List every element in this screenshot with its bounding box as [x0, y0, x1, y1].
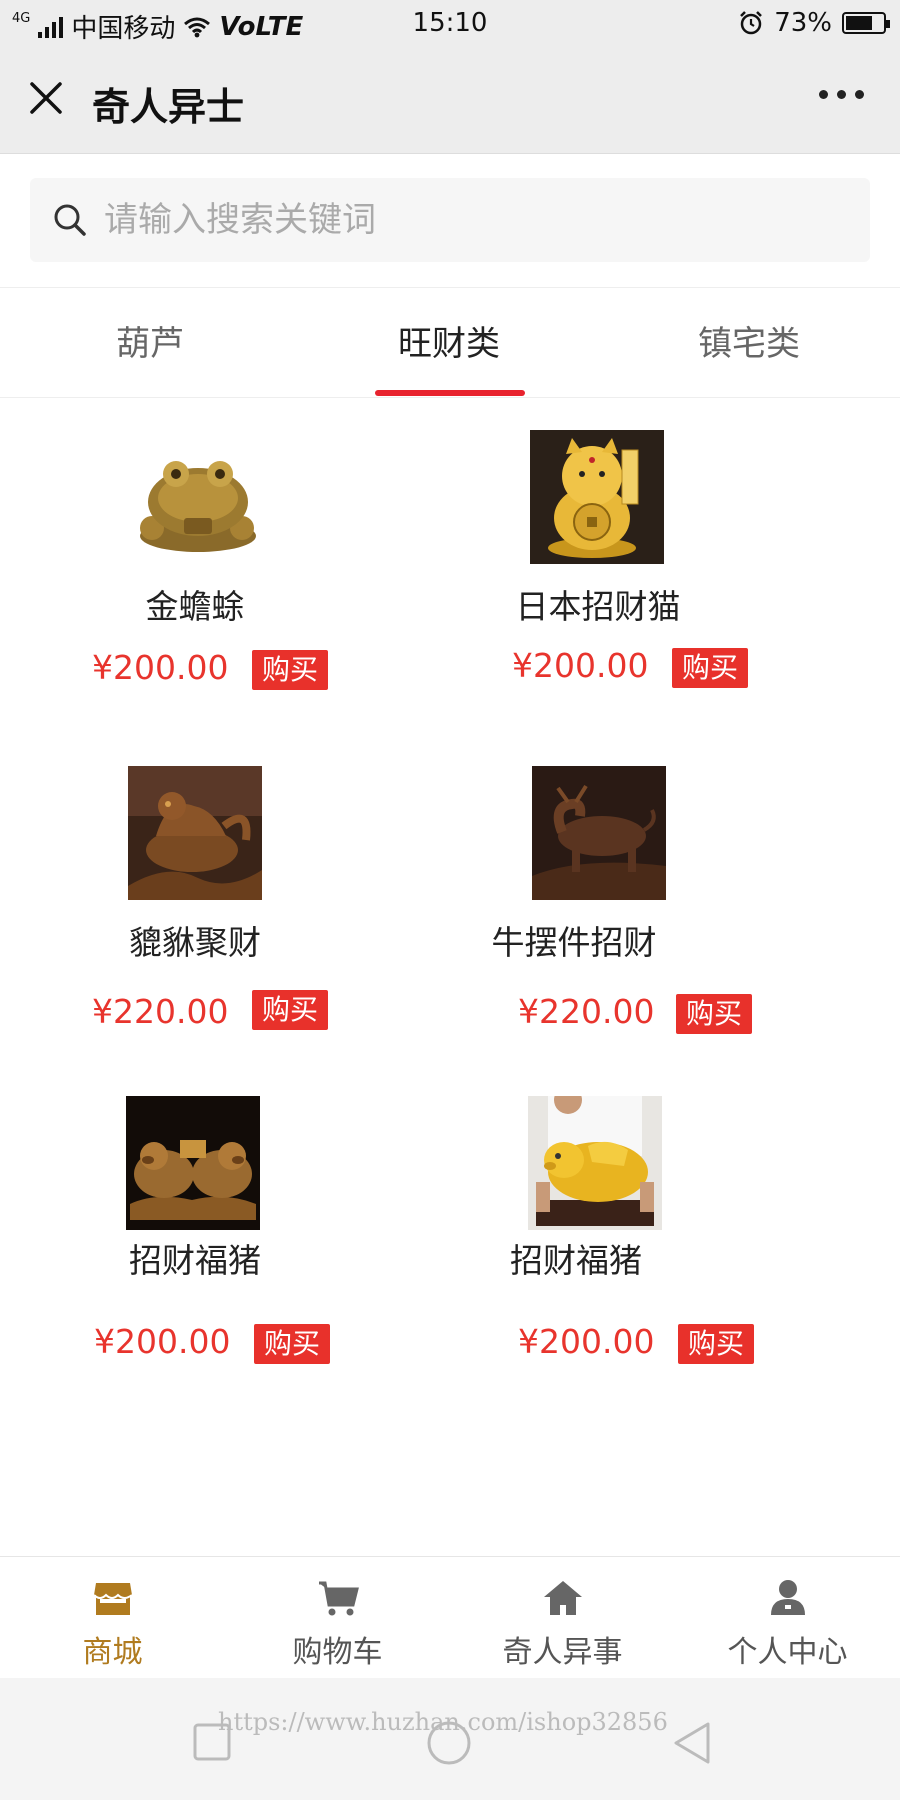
- product-name[interactable]: 金蟾蜍: [65, 580, 325, 628]
- status-bar: 4G 中国移动 VoLTE 15:10 73%: [0, 0, 900, 46]
- tab-hulu[interactable]: 葫芦: [116, 316, 184, 365]
- product-image[interactable]: [128, 766, 262, 900]
- product-image[interactable]: [134, 432, 262, 560]
- buy-button[interactable]: 购买: [252, 990, 328, 1030]
- buy-button[interactable]: 购买: [254, 1324, 330, 1364]
- product-price: ¥200.00: [92, 648, 229, 687]
- tab-stories[interactable]: 奇人异事: [450, 1557, 675, 1679]
- tab-label: 个人中心: [727, 1635, 848, 1670]
- product-card[interactable]: 招财福猪 ¥200.00 购买: [440, 1086, 860, 1416]
- tab-wangcai[interactable]: 旺财类: [398, 316, 500, 365]
- bottom-tab-bar: 商城 购物车 奇人异事 个人中心: [0, 1556, 900, 1678]
- product-price: ¥200.00: [512, 646, 649, 685]
- product-name[interactable]: 牛摆件招财: [444, 916, 704, 964]
- system-nav-bar: https://www.huzhan.com/ishop32856: [0, 1678, 900, 1800]
- more-icon[interactable]: [819, 90, 864, 99]
- search-section: [0, 154, 900, 288]
- product-card[interactable]: 金蟾蜍 ¥200.00 购买: [0, 420, 420, 750]
- cart-icon: [319, 1581, 359, 1616]
- product-image[interactable]: [126, 1096, 260, 1230]
- home-icon: [544, 1581, 582, 1615]
- recent-apps-icon[interactable]: [192, 1722, 232, 1762]
- tab-label: 商城: [82, 1635, 143, 1670]
- product-name[interactable]: 貔貅聚财: [65, 916, 325, 964]
- product-name[interactable]: 招财福猪: [446, 1234, 706, 1282]
- home-button-icon[interactable]: [426, 1720, 472, 1766]
- tab-zhenzhai[interactable]: 镇宅类: [698, 316, 800, 365]
- back-icon[interactable]: [670, 1720, 714, 1766]
- search-input[interactable]: [104, 192, 844, 248]
- product-image[interactable]: [528, 1096, 662, 1230]
- product-price: ¥200.00: [518, 1322, 655, 1361]
- user-icon: [771, 1580, 805, 1615]
- alarm-icon: [740, 11, 763, 35]
- active-tab-indicator: [375, 390, 525, 396]
- buy-button[interactable]: 购买: [678, 1324, 754, 1364]
- battery-icon: [842, 12, 890, 34]
- tab-label: 购物车: [292, 1635, 383, 1670]
- buy-button[interactable]: 购买: [252, 650, 328, 690]
- battery-percent: 73%: [774, 8, 832, 38]
- search-icon: [54, 204, 86, 236]
- product-image[interactable]: [532, 766, 666, 900]
- product-card[interactable]: 招财福猪 ¥200.00 购买: [0, 1086, 420, 1416]
- tab-profile[interactable]: 个人中心: [675, 1557, 900, 1679]
- product-price: ¥220.00: [518, 992, 655, 1031]
- product-image[interactable]: [530, 430, 664, 564]
- close-icon[interactable]: [26, 78, 66, 118]
- product-card[interactable]: 日本招财猫 ¥200.00 购买: [440, 420, 860, 750]
- product-price: ¥200.00: [94, 1322, 231, 1361]
- shop-icon: [93, 1583, 133, 1615]
- search-bar[interactable]: [30, 178, 870, 262]
- tab-cart[interactable]: 购物车: [225, 1557, 450, 1679]
- product-card[interactable]: 貔貅聚财 ¥220.00 购买: [0, 756, 420, 1086]
- buy-button[interactable]: 购买: [676, 994, 752, 1034]
- product-card[interactable]: 牛摆件招财 ¥220.00 购买: [440, 756, 860, 1086]
- product-name[interactable]: 日本招财猫: [468, 580, 728, 628]
- nav-bar: 奇人异士: [0, 46, 900, 154]
- buy-button[interactable]: 购买: [672, 648, 748, 688]
- product-name[interactable]: 招财福猪: [65, 1234, 325, 1282]
- tab-label: 奇人异事: [502, 1635, 623, 1670]
- product-price: ¥220.00: [92, 992, 229, 1031]
- tab-shop[interactable]: 商城: [0, 1557, 225, 1679]
- page-title: 奇人异士: [92, 85, 245, 129]
- category-tabs: 葫芦 旺财类 镇宅类: [0, 288, 900, 398]
